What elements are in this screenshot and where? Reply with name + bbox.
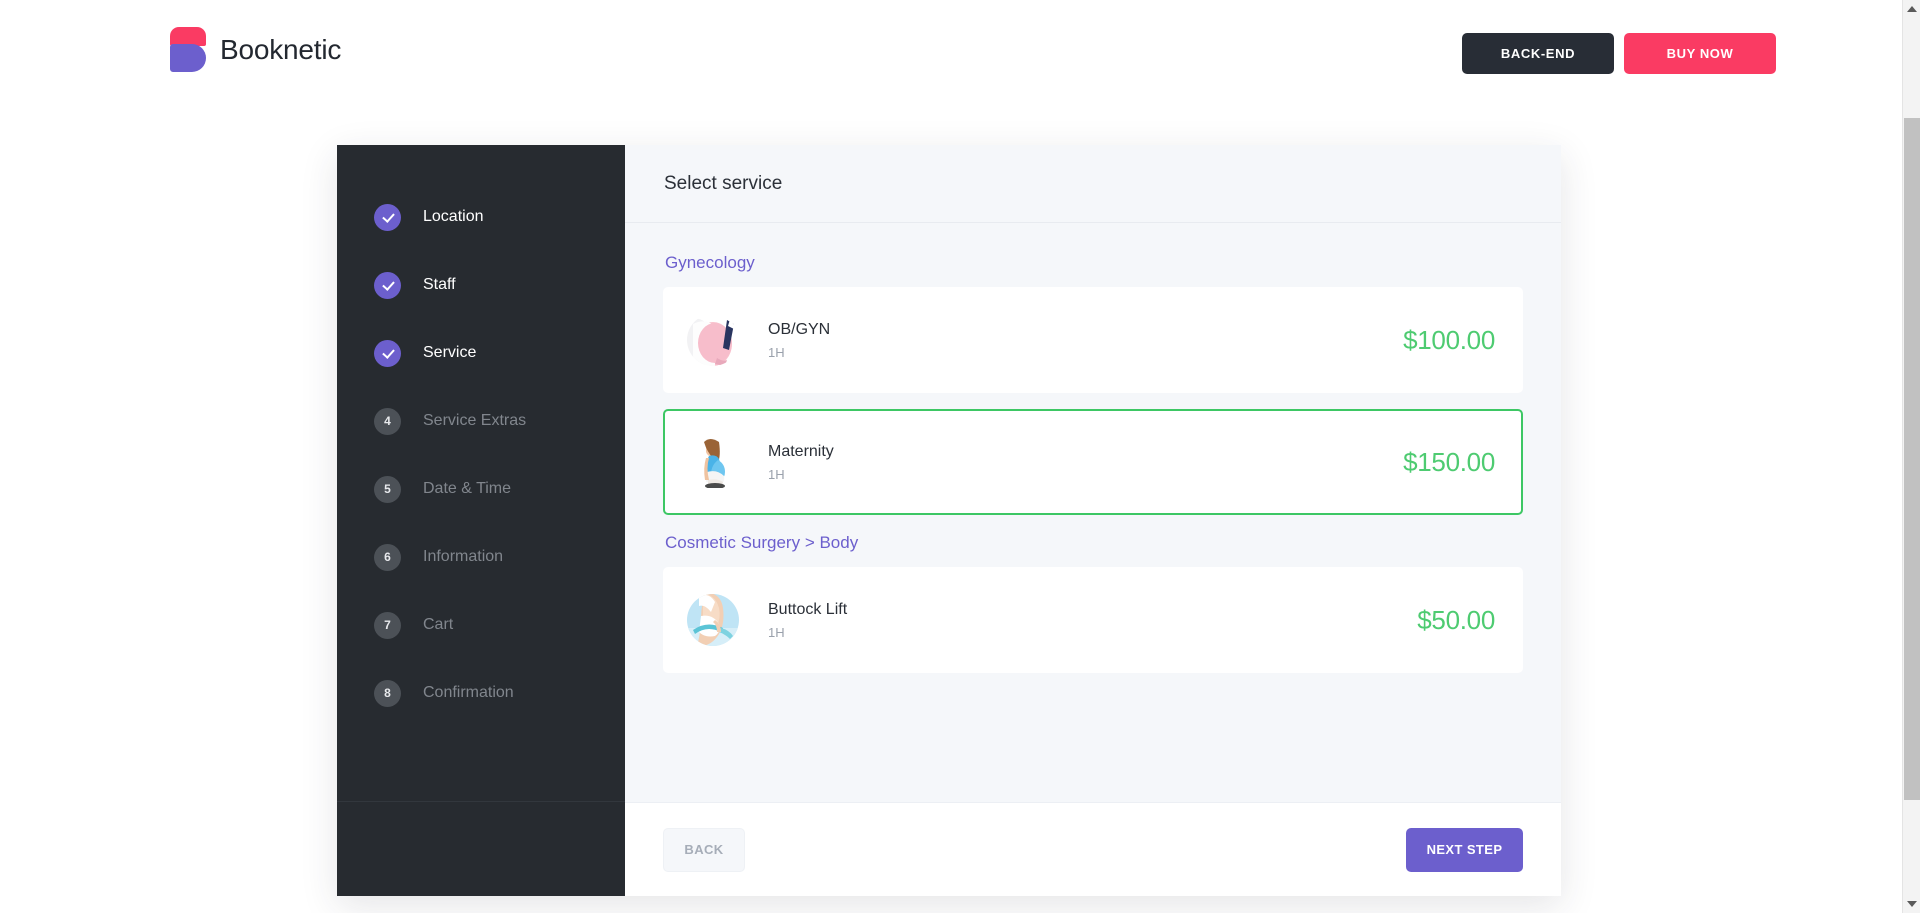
pregnant-belly-pink-photo xyxy=(687,314,739,366)
service-card[interactable]: Buttock Lift 1H $50.00 xyxy=(663,567,1523,673)
sidebar-step-label: Service Extras xyxy=(423,412,527,429)
logo-bottom-shape xyxy=(170,44,206,72)
service-price: $100.00 xyxy=(1403,324,1495,355)
service-duration: 1H xyxy=(768,344,785,360)
check-icon xyxy=(382,347,394,359)
step-check-icon xyxy=(374,271,401,299)
back-end-button[interactable]: BACK-END xyxy=(1462,33,1614,74)
service-info: Maternity 1H xyxy=(768,443,1403,482)
check-icon xyxy=(382,279,394,291)
scrollbar-thumb[interactable] xyxy=(1904,118,1920,800)
pregnant-woman-blue-top-photo xyxy=(687,436,739,488)
sidebar-divider xyxy=(337,801,625,802)
sidebar-step-location[interactable]: Location xyxy=(337,183,625,251)
app-root: Booknetic BACK-END BUY NOW Location Staff… xyxy=(0,0,1920,913)
service-name: OB/GYN xyxy=(768,320,831,338)
service-name: Maternity xyxy=(768,442,834,460)
booking-panel: Location Staff Service 4 Service Extras 5 Date… xyxy=(337,145,1561,896)
sidebar-step-service[interactable]: Service xyxy=(337,319,625,387)
sidebar-step-cart[interactable]: 7 Cart xyxy=(337,591,625,659)
brand-name: Booknetic xyxy=(220,33,342,65)
sidebar-step-label: Date & Time xyxy=(423,480,512,497)
site-header: Booknetic BACK-END BUY NOW xyxy=(0,0,1902,105)
content-header: Select service xyxy=(625,145,1561,223)
page-scrollbar[interactable] xyxy=(1902,0,1920,913)
check-icon xyxy=(382,211,394,223)
service-name: Buttock Lift xyxy=(768,600,848,618)
sidebar-step-label: Location xyxy=(423,208,484,225)
sidebar-step-label: Service xyxy=(423,344,477,361)
header-actions: BACK-END BUY NOW xyxy=(1462,33,1776,74)
steps-list: Location Staff Service 4 Service Extras 5 Date… xyxy=(337,145,625,727)
body-measuring-tape-photo xyxy=(687,594,739,646)
service-card[interactable]: Maternity 1H $150.00 xyxy=(663,409,1523,515)
service-price: $150.00 xyxy=(1403,446,1495,477)
step-number-badge: 5 xyxy=(374,475,401,503)
service-price: $50.00 xyxy=(1417,604,1495,635)
sidebar-step-label: Information xyxy=(423,548,504,565)
service-info: OB/GYN 1H xyxy=(768,321,1403,360)
sidebar-step-date-time[interactable]: 5 Date & Time xyxy=(337,455,625,523)
step-number-badge: 4 xyxy=(374,407,401,435)
steps-sidebar: Location Staff Service 4 Service Extras 5 Date… xyxy=(337,145,625,896)
booknetic-logo-icon xyxy=(170,27,206,72)
sidebar-step-information[interactable]: 6 Information xyxy=(337,523,625,591)
scroll-down-arrow-icon[interactable] xyxy=(1903,895,1920,913)
content-area: Select service Gynecology OB/GYN 1H $100.00… xyxy=(625,145,1561,896)
service-duration: 1H xyxy=(768,624,785,640)
next-step-button[interactable]: NEXT STEP xyxy=(1406,827,1523,872)
step-number-badge: 6 xyxy=(374,543,401,571)
step-number-badge: 7 xyxy=(374,611,401,639)
sidebar-step-label: Cart xyxy=(423,616,454,633)
service-category-label: Gynecology xyxy=(665,253,755,272)
step-number-badge: 8 xyxy=(374,679,401,707)
content-footer: BACK NEXT STEP xyxy=(625,802,1561,896)
service-card[interactable]: OB/GYN 1H $100.00 xyxy=(663,287,1523,393)
sidebar-step-label: Staff xyxy=(423,276,456,293)
service-list: Gynecology OB/GYN 1H $100.00 Maternity 1H $150… xyxy=(625,223,1561,802)
sidebar-step-service-extras[interactable]: 4 Service Extras xyxy=(337,387,625,455)
step-check-icon xyxy=(374,339,401,367)
step-check-icon xyxy=(374,203,401,231)
sidebar-step-label: Confirmation xyxy=(423,684,514,701)
service-category-label: Cosmetic Surgery > Body xyxy=(665,533,859,552)
buy-now-button[interactable]: BUY NOW xyxy=(1624,33,1776,74)
brand-logo[interactable]: Booknetic xyxy=(170,27,341,72)
back-button[interactable]: BACK xyxy=(663,827,745,872)
sidebar-step-confirmation[interactable]: 8 Confirmation xyxy=(337,659,625,727)
service-info: Buttock Lift 1H xyxy=(768,601,1417,640)
page-title: Select service xyxy=(664,172,783,194)
service-duration: 1H xyxy=(768,466,785,482)
scroll-up-arrow-icon[interactable] xyxy=(1903,0,1920,18)
sidebar-step-staff[interactable]: Staff xyxy=(337,251,625,319)
